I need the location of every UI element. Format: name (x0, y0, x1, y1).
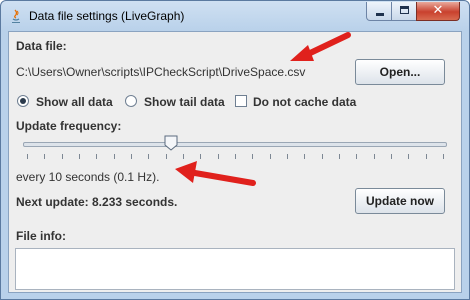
radio-selected-dot (20, 98, 26, 104)
slider-tick (321, 154, 323, 159)
show-all-radio[interactable] (17, 95, 29, 107)
slider-tick (391, 154, 392, 159)
file-info-textarea[interactable] (15, 248, 455, 290)
slider-tick (61, 154, 63, 159)
next-update-text: Next update: 8.233 seconds. (16, 195, 178, 209)
no-cache-label[interactable]: Do not cache data (253, 95, 356, 109)
window-title: Data file settings (LiveGraph) (29, 9, 185, 23)
slider-tick (425, 154, 427, 159)
slider-tick (356, 154, 358, 159)
maximize-icon (400, 6, 409, 14)
slider-tick (304, 154, 306, 159)
close-icon: ✕ (432, 3, 444, 18)
slider-tick (44, 154, 46, 159)
slider-tick (113, 154, 115, 159)
no-cache-checkbox[interactable] (235, 95, 247, 107)
annotation-arrow-frequency (175, 161, 256, 186)
slider-tick (373, 154, 375, 159)
update-frequency-label: Update frequency: (16, 119, 122, 133)
minimize-icon (376, 13, 384, 16)
maximize-button[interactable] (391, 2, 417, 21)
update-now-button[interactable]: Update now (355, 188, 445, 214)
slider-tick (79, 154, 80, 159)
title-bar[interactable]: Data file settings (LiveGraph) ✕ (1, 1, 469, 31)
settings-window: Data file settings (LiveGraph) ✕ Data fi… (0, 0, 470, 300)
java-app-icon (12, 9, 20, 23)
show-tail-radio[interactable] (125, 95, 137, 107)
slider-tick (443, 154, 444, 159)
slider-track[interactable] (23, 142, 447, 147)
slider-tick (96, 154, 98, 159)
slider-tick (165, 154, 167, 159)
minimize-button[interactable] (366, 2, 392, 21)
open-button[interactable]: Open... (355, 59, 445, 85)
data-file-label: Data file: (16, 39, 67, 53)
slider-tick (408, 154, 410, 159)
slider-tick (339, 154, 340, 159)
slider-thumb[interactable] (164, 135, 178, 151)
show-all-label[interactable]: Show all data (36, 95, 113, 109)
slider-tick (148, 154, 150, 159)
annotation-arrow-path (290, 32, 351, 61)
slider-tick (287, 154, 288, 159)
slider-tick (131, 154, 132, 159)
slider-tick (27, 154, 28, 159)
slider-tick (269, 154, 271, 159)
data-file-path: C:\Users\Owner\scripts\IPCheckScript\Dri… (16, 65, 306, 79)
close-button[interactable]: ✕ (416, 2, 460, 21)
frequency-text: every 10 seconds (0.1 Hz). (16, 170, 160, 184)
show-tail-label[interactable]: Show tail data (144, 95, 225, 109)
file-info-label: File info: (16, 229, 66, 243)
